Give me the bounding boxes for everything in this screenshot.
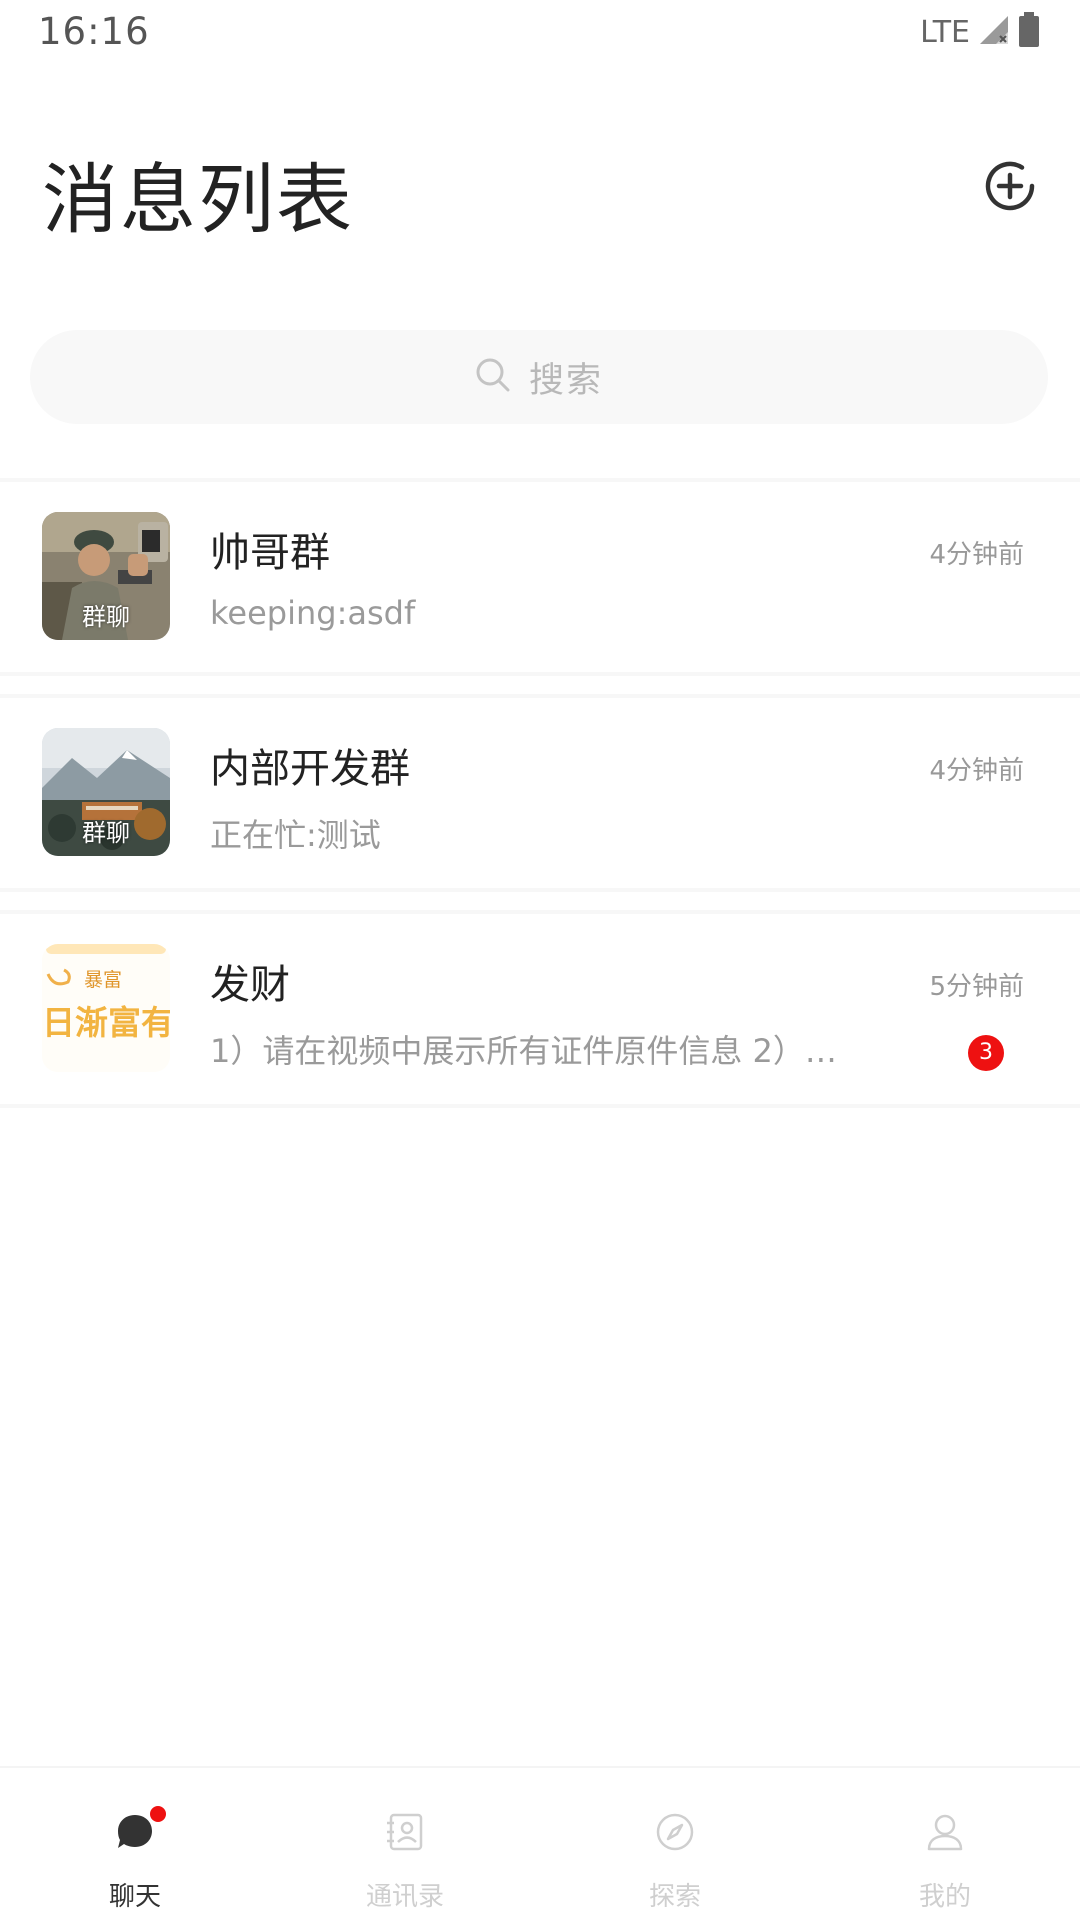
page-title: 消息列表 xyxy=(42,155,354,244)
network-type: LTE xyxy=(920,14,970,50)
status-time: 16:16 xyxy=(38,10,150,53)
battery-icon xyxy=(1018,12,1040,52)
contacts-book-icon xyxy=(387,1813,423,1851)
group-avatar: 群聊 xyxy=(42,728,170,856)
avatar-group-tag: 群聊 xyxy=(82,603,130,631)
person-icon xyxy=(927,1814,963,1851)
user-avatar: 暴富 日渐富有 xyxy=(42,944,170,1072)
unread-dot xyxy=(150,1806,166,1822)
chat-preview: 正在忙:测试 xyxy=(210,816,381,854)
add-button[interactable] xyxy=(982,158,1038,214)
chat-time: 5分钟前 xyxy=(929,972,1024,1002)
search-placeholder: 搜索 xyxy=(528,360,603,401)
tab-label: 聊天 xyxy=(108,1882,161,1912)
chat-list: 群聊 帅哥群 4分钟前 keeping:asdf 群聊 内部开发群 4分钟前 正… xyxy=(0,478,1080,1126)
status-bar: 16:16 LTE xyxy=(0,0,1080,62)
status-indicators: LTE xyxy=(920,12,1040,52)
search-icon xyxy=(475,357,511,397)
group-avatar: 群聊 xyxy=(42,512,170,640)
compass-icon xyxy=(656,1813,694,1851)
chat-name: 发财 xyxy=(210,962,290,1008)
chat-time: 4分钟前 xyxy=(929,756,1024,786)
chat-item[interactable]: 群聊 内部开发群 4分钟前 正在忙:测试 xyxy=(0,694,1080,892)
chat-item[interactable]: 群聊 帅哥群 4分钟前 keeping:asdf xyxy=(0,478,1080,676)
chat-name: 帅哥群 xyxy=(210,530,330,576)
tab-profile[interactable]: 我的 xyxy=(810,1768,1080,1920)
chat-item[interactable]: 暴富 日渐富有 发财 5分钟前 1）请在视频中展示所有证件原件信息 2）官… 3 xyxy=(0,910,1080,1108)
signal-icon xyxy=(978,14,1010,50)
avatar-group-tag: 群聊 xyxy=(82,819,130,847)
tab-chat[interactable]: 聊天 xyxy=(0,1768,270,1920)
chat-list-screen: 16:16 LTE 消息列表 搜索 群聊 帅哥群 4分钟前 keeping:as… xyxy=(0,0,1080,1920)
tab-label: 我的 xyxy=(918,1882,971,1912)
chat-preview: keeping:asdf xyxy=(210,594,416,632)
tab-label: 探索 xyxy=(648,1882,701,1912)
chat-bubble-icon xyxy=(118,1815,152,1848)
chat-name: 内部开发群 xyxy=(210,746,410,792)
bottom-nav: 聊天 通讯录 探索 我的 xyxy=(0,1766,1080,1920)
avatar-text-main: 日渐富有 xyxy=(42,1003,170,1042)
chat-preview: 1）请在视频中展示所有证件原件信息 2）官… xyxy=(210,1032,850,1070)
tab-explore[interactable]: 探索 xyxy=(540,1768,810,1920)
tab-contacts[interactable]: 通讯录 xyxy=(270,1768,540,1920)
chat-time: 4分钟前 xyxy=(929,540,1024,570)
unread-badge: 3 xyxy=(968,1035,1004,1071)
tab-label: 通讯录 xyxy=(365,1882,444,1912)
plus-circle-icon xyxy=(985,161,1035,211)
avatar-text-top: 暴富 xyxy=(84,969,122,991)
search-bar[interactable]: 搜索 xyxy=(30,330,1048,424)
